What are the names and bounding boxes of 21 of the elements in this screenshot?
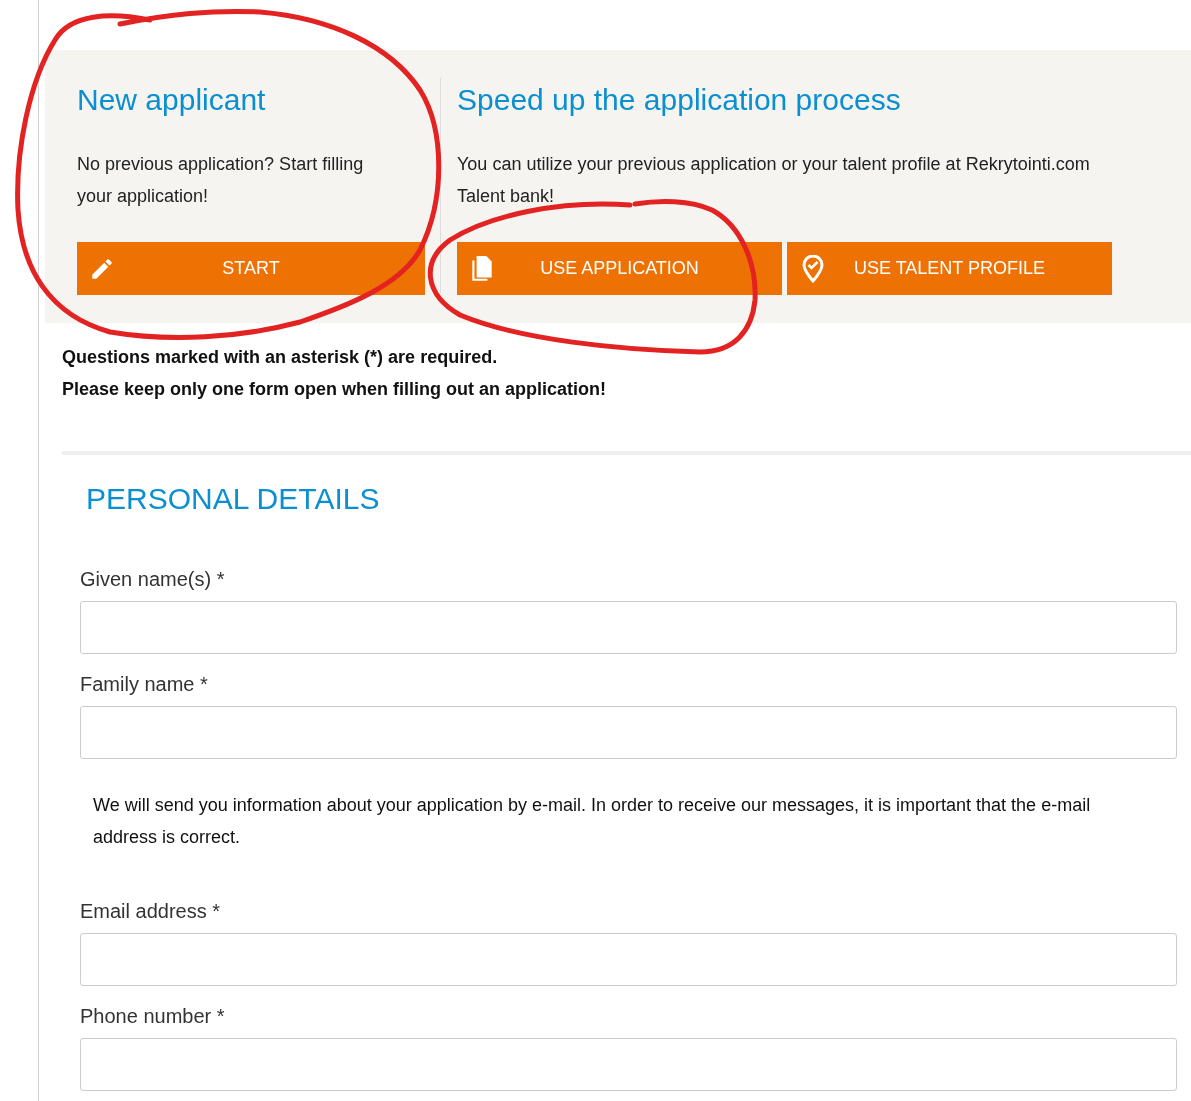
field-label: Given name(s) * <box>80 567 226 592</box>
field-label: Email address * <box>80 899 222 924</box>
input-field[interactable] <box>80 933 1177 986</box>
input-field[interactable] <box>80 601 1177 654</box>
field-label: Phone number * <box>80 1004 226 1029</box>
notice-text: Questions marked with an asterisk (*) are required. <box>62 346 499 369</box>
section-title: Speed up the application process <box>457 82 902 118</box>
section-heading: PERSONAL DETAILS <box>86 481 381 517</box>
input-field[interactable] <box>80 1038 1177 1091</box>
section-text: No previous application? Start filling your application! <box>77 153 365 208</box>
field-label: Family name * <box>80 672 209 697</box>
section-text: You can utilize your previous application or your talent profile at Rekrytointi.com Talent bank! <box>457 153 1091 208</box>
start-button[interactable]: START <box>77 242 425 295</box>
use-talent-profile-button[interactable]: USE TALENT PROFILE <box>787 242 1112 295</box>
notice-text: Please keep only one form open when filling out an application! <box>62 378 608 401</box>
input-field[interactable] <box>80 706 1177 759</box>
documents-icon <box>469 254 495 283</box>
location-pin-icon <box>801 254 825 283</box>
section-title: New applicant <box>77 82 267 118</box>
info-text: We will send you information about your application by e-mail. In order to receive our messages, it is important that the e-mail address is correct. <box>92 794 1092 849</box>
use-application-button[interactable]: USE APPLICATION <box>457 242 782 295</box>
